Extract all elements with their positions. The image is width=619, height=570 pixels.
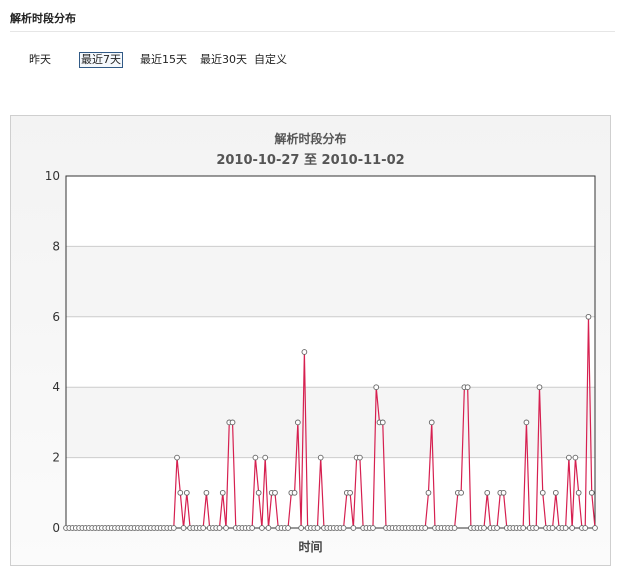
y-tick-label: 8 [52, 239, 60, 253]
data-point [425, 489, 432, 496]
title-divider [10, 31, 615, 32]
data-point [347, 489, 353, 496]
data-point [223, 525, 229, 531]
data-point [575, 489, 582, 496]
data-point [301, 349, 308, 355]
data-point [500, 489, 507, 496]
data-point [174, 454, 180, 461]
data-point [566, 454, 572, 461]
data-point [523, 419, 530, 426]
data-point [536, 384, 543, 391]
data-point [219, 489, 226, 496]
plot-band [66, 246, 595, 317]
data-point [458, 489, 464, 496]
data-point [549, 525, 556, 531]
data-point [428, 419, 435, 426]
y-tick-label: 6 [52, 310, 60, 324]
data-point [285, 525, 291, 531]
section-title: 解析时段分布 [10, 12, 76, 25]
data-point [350, 525, 357, 531]
data-point [422, 525, 429, 531]
data-point [229, 419, 236, 426]
chart-panel: 解析时段分布 2010-10-27 至 2010-11-02 0 2 4 6 8 10 时… [10, 115, 611, 566]
data-point [200, 525, 206, 531]
data-point [317, 454, 324, 461]
data-point [562, 525, 569, 531]
data-point [569, 525, 575, 531]
y-tick-label: 10 [45, 169, 60, 183]
range-custom[interactable]: 自定义 [253, 52, 288, 68]
plot-band [66, 387, 595, 458]
data-point [255, 489, 262, 496]
y-tick-label: 4 [52, 380, 60, 394]
data-point [552, 489, 559, 496]
data-point [272, 489, 278, 496]
data-point [180, 525, 187, 531]
line-chart: 0 2 4 6 8 10 [45, 169, 598, 535]
y-tick-label: 2 [52, 451, 60, 465]
data-point [183, 489, 190, 496]
data-point [252, 454, 259, 461]
data-point [572, 454, 579, 461]
data-point [582, 525, 589, 531]
plot-area [66, 176, 595, 528]
data-point [216, 525, 223, 531]
data-point [494, 525, 500, 531]
data-point [314, 525, 321, 531]
data-point [249, 525, 255, 531]
data-point [265, 525, 272, 531]
data-point [298, 525, 304, 531]
data-point [294, 419, 301, 426]
data-point [340, 525, 347, 531]
range-last-7-days[interactable]: 最近7天 [79, 52, 123, 68]
data-point [592, 525, 598, 531]
data-point [481, 525, 487, 531]
data-point [484, 489, 491, 496]
data-point [370, 525, 376, 531]
range-last-30-days[interactable]: 最近30天 [199, 52, 248, 68]
data-point [170, 525, 177, 531]
data-point [262, 454, 269, 461]
range-yesterday[interactable]: 昨天 [28, 52, 52, 68]
range-last-15-days[interactable]: 最近15天 [139, 52, 188, 68]
data-point [520, 525, 527, 531]
x-axis-label: 时间 [298, 540, 323, 554]
data-point [533, 525, 540, 531]
data-point [203, 489, 210, 496]
data-point [451, 525, 458, 531]
data-point [177, 489, 184, 496]
data-point [464, 384, 471, 391]
data-point [373, 384, 380, 391]
data-point [259, 525, 265, 531]
data-point [291, 489, 298, 496]
data-point [588, 489, 595, 496]
data-point [357, 454, 363, 461]
data-point [379, 419, 386, 426]
y-tick-label: 0 [52, 521, 60, 535]
data-point [539, 489, 546, 496]
data-point [585, 313, 592, 320]
